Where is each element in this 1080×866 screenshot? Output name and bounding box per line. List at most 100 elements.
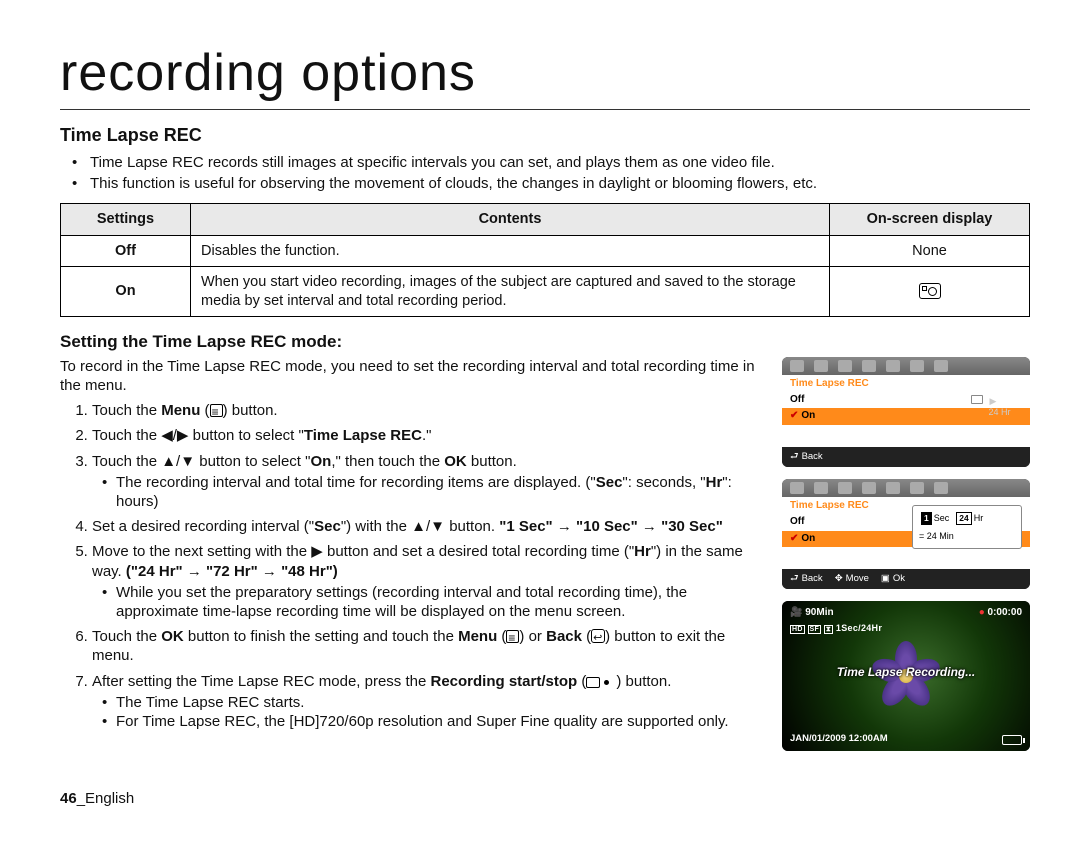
subhead: Setting the Time Lapse REC mode: <box>60 331 1030 353</box>
page-number: 46 <box>60 790 77 807</box>
substep: For Time Lapse REC, the [HD]720/60p reso… <box>104 712 764 731</box>
cell-osd-icon <box>830 267 1030 317</box>
t: The recording interval and total time fo… <box>116 474 596 491</box>
t: On <box>801 533 815 544</box>
lcd-popup-result: = 24 Min <box>919 531 1015 543</box>
t: 24 <box>956 512 971 525</box>
cell-setting: Off <box>61 235 191 267</box>
t: 24 Hr <box>989 407 1011 417</box>
steps-list: Touch the Menu () button. Touch the ◀/▶ … <box>60 401 764 731</box>
t: ": seconds, " <box>622 474 705 491</box>
t: 0:00:00 <box>988 607 1022 618</box>
battery-icon <box>1002 735 1022 745</box>
t: Back <box>802 451 823 463</box>
page-lang: English <box>85 790 134 807</box>
step: Move to the next setting with the ▶ butt… <box>92 542 764 621</box>
t: After setting the Time Lapse REC mode, p… <box>92 673 431 690</box>
lcd-popup: 1Sec 24Hr = 24 Min <box>912 505 1022 549</box>
t: Hr <box>974 513 984 523</box>
page-title: recording options <box>60 40 1030 107</box>
menu-icon <box>506 630 519 643</box>
t: 1 <box>921 512 932 525</box>
t: OK <box>161 628 184 645</box>
t: button. <box>467 453 517 470</box>
t: OK <box>444 453 467 470</box>
t: Ok <box>893 573 905 585</box>
t: Sec <box>314 518 341 535</box>
step: Touch the Menu () button. <box>92 401 764 420</box>
lcd-move: ✥ Move <box>835 573 869 585</box>
step: Touch the ▲/▼ button to select "On," the… <box>92 452 764 512</box>
cell-osd: None <box>830 235 1030 267</box>
lcd-ok: ▣ Ok <box>881 573 905 585</box>
lcd-info: ▶ 1 Sec 24 Hr <box>971 395 1022 419</box>
section-bullet: Time Lapse REC records still images at s… <box>78 153 1030 172</box>
t: ▶ <box>990 396 997 406</box>
lcd-back: ⮐ Back <box>790 451 823 463</box>
section-bullets: Time Lapse REC records still images at s… <box>60 153 1030 193</box>
th-settings: Settings <box>61 203 191 235</box>
cell-setting: On <box>61 267 191 317</box>
time-lapse-mini-icon <box>971 395 983 404</box>
t: Hr <box>634 543 651 560</box>
t: Move <box>846 573 869 585</box>
t: Menu <box>161 402 200 419</box>
section-heading: Time Lapse REC <box>60 124 1030 147</box>
t: Hr <box>706 474 723 491</box>
t: 1 Sec <box>999 396 1022 406</box>
lcd-tab-bar <box>782 357 1030 375</box>
title-rule <box>60 109 1030 110</box>
t: Menu <box>458 628 497 645</box>
t: ," then touch the <box>331 453 444 470</box>
back-icon <box>591 629 605 643</box>
th-osd: On-screen display <box>830 203 1030 235</box>
t: button to finish the setting and touch t… <box>184 628 458 645</box>
th-contents: Contents <box>191 203 830 235</box>
settings-table: Settings Contents On-screen display Off … <box>60 203 1030 317</box>
t: Set a desired recording interval (" <box>92 518 314 535</box>
t: Time Lapse REC <box>304 427 422 444</box>
table-row: Off Disables the function. None <box>61 235 1030 267</box>
t: button. <box>621 673 671 690</box>
t: Touch the ◀/▶ button to select " <box>92 427 304 444</box>
step: Touch the ◀/▶ button to select "Time Lap… <box>92 426 764 445</box>
menu-icon <box>210 404 223 417</box>
lcd-banner: Time Lapse Recording... <box>782 665 1030 680</box>
intro-text: To record in the Time Lapse REC mode, yo… <box>60 357 764 395</box>
t: Touch the <box>92 402 161 419</box>
lcd-menu-screenshot-1: Time Lapse REC Off ✔On ▶ 1 Sec 24 Hr ⮐ B… <box>782 357 1030 467</box>
cell-content: Disables the function. <box>191 235 830 267</box>
step: Touch the OK button to finish the settin… <box>92 627 764 665</box>
t: "1 Sec" → "10 Sec" → "30 Sec" <box>499 518 723 535</box>
t: On <box>310 453 331 470</box>
lcd-back: ⮐ Back <box>790 573 823 585</box>
table-row: On When you start video recording, image… <box>61 267 1030 317</box>
t: ." <box>422 427 432 444</box>
t: On <box>801 410 815 421</box>
t: ") with the ▲/▼ button. <box>341 518 499 535</box>
step: After setting the Time Lapse REC mode, p… <box>92 672 764 732</box>
t: button. <box>228 402 278 419</box>
record-icon <box>586 677 600 688</box>
t: Sec <box>934 513 950 523</box>
t: Sec <box>596 474 623 491</box>
t: 90Min <box>805 607 833 618</box>
t: Back <box>802 573 823 585</box>
t: Touch the <box>92 628 161 645</box>
time-lapse-icon <box>919 283 941 299</box>
page-footer: 46_English <box>60 789 1030 808</box>
t: 1Sec/24Hr <box>836 623 882 633</box>
t: Touch the ▲/▼ button to select " <box>92 453 310 470</box>
lcd-title: Time Lapse REC <box>782 375 1030 392</box>
section-bullet: This function is useful for observing th… <box>78 174 1030 193</box>
t: Recording start/stop <box>431 673 578 690</box>
step: Set a desired recording interval ("Sec")… <box>92 517 764 536</box>
substep: The recording interval and total time fo… <box>104 473 764 511</box>
lcd-tags: HD SF ⧗ 1Sec/24Hr <box>790 623 882 635</box>
lcd-bottom-bar: ⮐ Back <box>782 447 1030 467</box>
lcd-menu-screenshot-2: Time Lapse REC Off ✔On 1Sec 24Hr = 24 Mi… <box>782 479 1030 589</box>
lcd-bottom-bar: ⮐ Back ✥ Move ▣ Ok <box>782 569 1030 589</box>
lcd-top-info: 🎥 90Min ● 0:00:00 <box>790 607 1022 620</box>
t: Back <box>546 628 582 645</box>
substep: The Time Lapse REC starts. <box>104 693 764 712</box>
